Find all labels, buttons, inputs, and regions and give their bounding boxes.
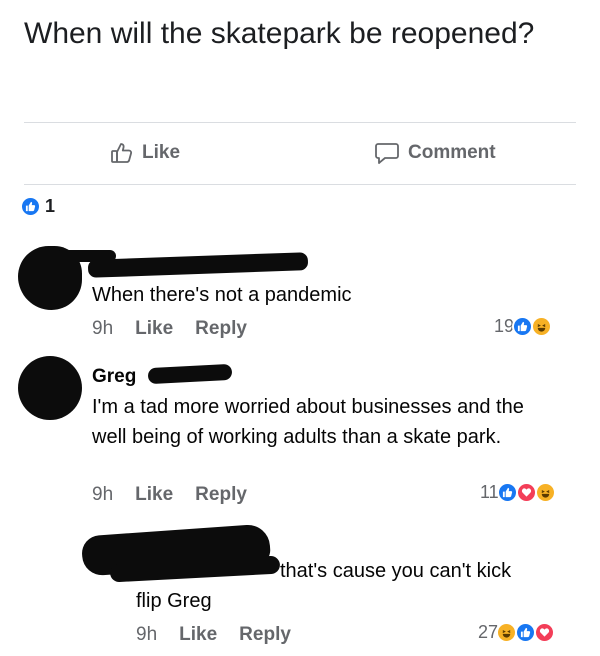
comment-text-continued: flip Greg xyxy=(136,590,212,612)
divider xyxy=(24,184,576,185)
comment-like-button[interactable]: Like xyxy=(135,318,173,340)
love-icon xyxy=(515,482,537,503)
post-like-label: Like xyxy=(142,142,181,163)
comment-reaction-count[interactable]: 19 xyxy=(494,316,553,337)
redacted-name xyxy=(147,363,233,385)
reaction-count: 19 xyxy=(494,316,515,336)
comment-reaction-count[interactable]: 27 xyxy=(478,622,556,643)
reaction-count: 27 xyxy=(478,622,499,642)
redacted-name xyxy=(56,250,116,262)
post-text: When will the skatepark be reopened? xyxy=(24,17,535,50)
divider xyxy=(24,122,576,123)
thumbs-up-icon xyxy=(110,141,134,165)
comment-author[interactable]: Greg xyxy=(92,366,136,388)
comment-like-button[interactable]: Like xyxy=(135,484,173,506)
comment-text: When there's not a pandemic xyxy=(92,284,352,306)
comment-reply-button[interactable]: Reply xyxy=(239,624,291,646)
post-like-button[interactable]: Like xyxy=(110,136,180,170)
comment-meta: 9h Like Reply xyxy=(92,318,247,340)
like-icon xyxy=(515,622,537,643)
post-comment-button[interactable]: Comment xyxy=(374,136,496,170)
reaction-count: 11 xyxy=(480,482,499,502)
comment-time: 9h xyxy=(92,484,114,505)
comment-time: 9h xyxy=(136,624,158,645)
post-comment-label: Comment xyxy=(408,142,496,163)
comment-like-button[interactable]: Like xyxy=(179,624,217,646)
comment-text: that's cause you can't kick xyxy=(280,560,512,582)
haha-icon xyxy=(531,316,553,337)
like-icon xyxy=(512,316,534,337)
post-reaction-summary[interactable]: 1 xyxy=(20,196,55,217)
comment-bubble-icon xyxy=(374,141,400,165)
redacted-name xyxy=(87,252,309,278)
comment-time: 9h xyxy=(92,318,114,339)
like-icon xyxy=(20,196,41,217)
haha-icon xyxy=(534,482,556,503)
post-reaction-count: 1 xyxy=(45,196,56,216)
comment-meta: 9h Like Reply xyxy=(136,624,291,646)
like-icon xyxy=(496,482,518,503)
avatar[interactable] xyxy=(18,356,82,420)
comment-meta: 9h Like Reply xyxy=(92,484,247,506)
love-icon xyxy=(534,622,556,643)
comment-reply-button[interactable]: Reply xyxy=(195,484,247,506)
comment-reaction-count[interactable]: 11 xyxy=(480,482,556,503)
comment-reply-button[interactable]: Reply xyxy=(195,318,247,340)
haha-icon xyxy=(496,622,518,643)
comment-text: I'm a tad more worried about businesses … xyxy=(92,396,524,448)
